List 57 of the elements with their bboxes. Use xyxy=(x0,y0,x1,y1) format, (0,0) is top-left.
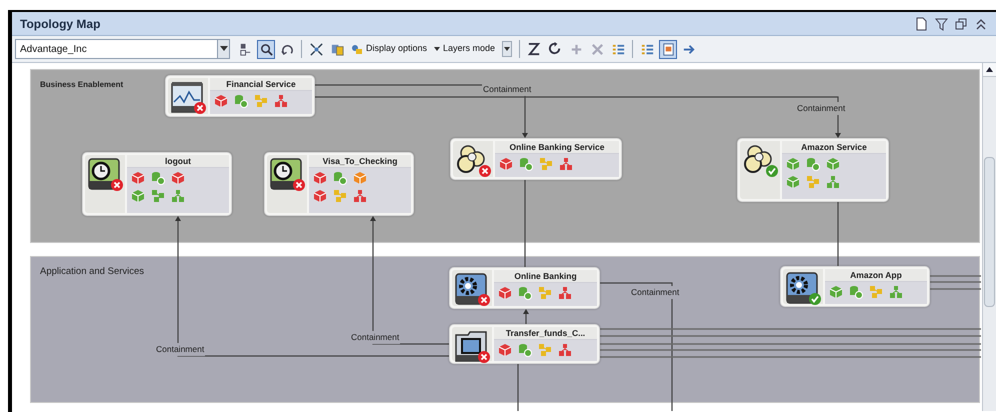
node-title: Online Banking xyxy=(494,270,597,283)
gear-icon xyxy=(785,271,819,305)
node-title: Financial Service xyxy=(210,78,312,91)
node-card[interactable]: Financial Service xyxy=(165,75,315,117)
reload-icon xyxy=(548,42,563,56)
edge-label: Containment xyxy=(630,286,680,299)
node-card[interactable]: Online Banking Service xyxy=(450,138,622,180)
node-card[interactable]: Transfer_funds_C... xyxy=(449,324,600,364)
view-dropdown[interactable]: Advantage_Inc xyxy=(15,39,230,59)
zoom-button[interactable] xyxy=(257,40,275,58)
connector-line xyxy=(523,309,529,324)
filter-icon[interactable] xyxy=(934,16,948,30)
edge-label: Containment xyxy=(350,331,400,344)
chart-icon xyxy=(170,80,204,114)
connector-line xyxy=(517,364,519,411)
node-card[interactable]: Online Banking xyxy=(449,267,600,309)
node-card[interactable]: Amazon Service xyxy=(737,138,889,202)
palette-icon xyxy=(351,43,363,55)
node-title: Amazon Service xyxy=(782,141,886,154)
layer-label: Application and Services xyxy=(40,265,144,279)
connector-line xyxy=(930,281,981,283)
scroll-up-icon[interactable] xyxy=(986,67,993,72)
window-icon xyxy=(454,329,488,363)
page-button[interactable] xyxy=(659,40,678,58)
layout-icon xyxy=(238,42,252,56)
scrollbar[interactable] xyxy=(982,63,996,411)
node-title: Visa_To_Checking xyxy=(309,155,411,168)
restore-icon[interactable] xyxy=(954,16,968,30)
node-title: logout xyxy=(127,155,229,168)
caret-icon xyxy=(220,46,228,52)
edge-label: Containment xyxy=(155,343,206,356)
connector-line xyxy=(837,202,839,266)
fit-icon xyxy=(308,42,324,56)
window-title: Topology Map xyxy=(20,16,100,32)
connector-line xyxy=(930,288,981,290)
collapse-icon[interactable] xyxy=(974,16,988,30)
gear-icon xyxy=(454,272,488,306)
node-card[interactable]: Amazon App xyxy=(780,266,930,307)
layer-label: Business Enablement xyxy=(40,79,124,91)
connector-line xyxy=(930,275,981,277)
node-title: Transfer_funds_C... xyxy=(494,327,597,340)
node-card[interactable]: logout xyxy=(82,152,232,216)
edge-label: Containment xyxy=(482,83,532,96)
edge-label: Containment xyxy=(796,102,846,115)
node-title: Online Banking Service xyxy=(495,141,619,154)
page-icon[interactable] xyxy=(914,16,928,30)
node-card[interactable]: Visa_To_Checking xyxy=(264,152,414,216)
caret-icon xyxy=(434,46,440,52)
page-icon xyxy=(660,42,676,56)
node-title: Amazon App xyxy=(825,269,927,282)
clock-icon xyxy=(269,157,303,191)
remove-icon xyxy=(590,42,605,56)
caret-icon xyxy=(504,46,510,52)
menu-button[interactable]: Display options xyxy=(349,40,430,58)
zoom-icon xyxy=(258,42,274,56)
menu-button[interactable]: Layers mode xyxy=(432,40,514,58)
clock-icon xyxy=(87,157,121,191)
